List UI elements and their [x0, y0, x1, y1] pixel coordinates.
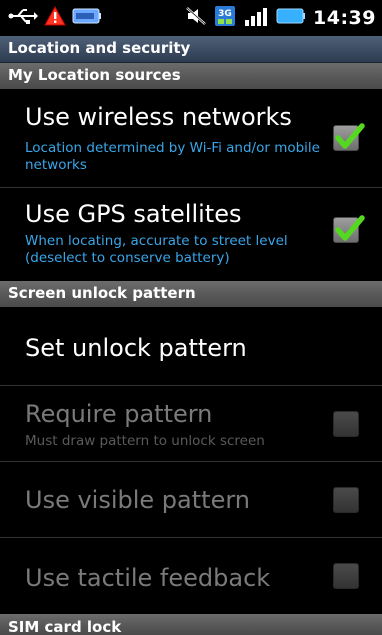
status-bar-left [8, 5, 102, 31]
setting-title: Set unlock pattern [25, 334, 247, 362]
setting-title: Use visible pattern [25, 486, 250, 514]
use-wireless-networks-checkbox[interactable] [333, 123, 365, 151]
setting-use-gps-satellites[interactable]: Use GPS satellites When locating, accura… [0, 188, 382, 282]
checkmark-icon [335, 123, 365, 149]
section-header-sim-card-lock: SIM card lock [0, 614, 382, 635]
usb-icon [8, 7, 38, 29]
warning-icon [44, 5, 66, 30]
signal-icon [243, 6, 269, 30]
status-time: 14:39 [313, 7, 376, 29]
section-header-my-location-sources: My Location sources [0, 63, 382, 89]
battery-monitor-icon [72, 7, 102, 29]
checkmark-icon [335, 215, 365, 241]
setting-set-unlock-pattern[interactable]: Set unlock pattern [0, 307, 382, 385]
mute-icon [185, 6, 207, 30]
section-header-label: My Location sources [8, 66, 181, 84]
setting-summary: Location determined by Wi-Fi and/or mobi… [25, 140, 320, 173]
setting-use-wireless-networks[interactable]: Use wireless networks Location determine… [0, 89, 382, 187]
use-visible-pattern-checkbox[interactable] [333, 487, 359, 513]
setting-title: Use GPS satellites [25, 200, 242, 228]
page-title: Location and security [8, 39, 191, 57]
status-bar-right: 3G 14:39 [185, 5, 376, 31]
setting-require-pattern[interactable]: Require pattern Must draw pattern to unl… [0, 386, 382, 461]
setting-use-tactile-feedback[interactable]: Use tactile feedback [0, 538, 382, 614]
use-gps-satellites-checkbox[interactable] [333, 215, 365, 243]
setting-summary: Must draw pattern to unlock screen [25, 433, 265, 449]
title-bar: Location and security [0, 36, 382, 63]
svg-text:3G: 3G [218, 9, 232, 19]
setting-summary: When locating, accurate to street level … [25, 233, 288, 266]
section-header-label: Screen unlock pattern [8, 284, 196, 302]
section-header-screen-unlock-pattern: Screen unlock pattern [0, 281, 382, 307]
section-header-label: SIM card lock [8, 618, 122, 635]
setting-use-visible-pattern[interactable]: Use visible pattern [0, 462, 382, 537]
require-pattern-checkbox[interactable] [333, 411, 359, 437]
use-tactile-feedback-checkbox[interactable] [333, 563, 359, 589]
setting-title: Use tactile feedback [25, 564, 271, 592]
3g-icon: 3G [214, 5, 236, 31]
status-bar: 3G 14:39 [0, 0, 382, 36]
battery-icon [276, 7, 306, 29]
setting-title: Use wireless networks [25, 103, 292, 131]
setting-title: Require pattern [25, 400, 213, 428]
